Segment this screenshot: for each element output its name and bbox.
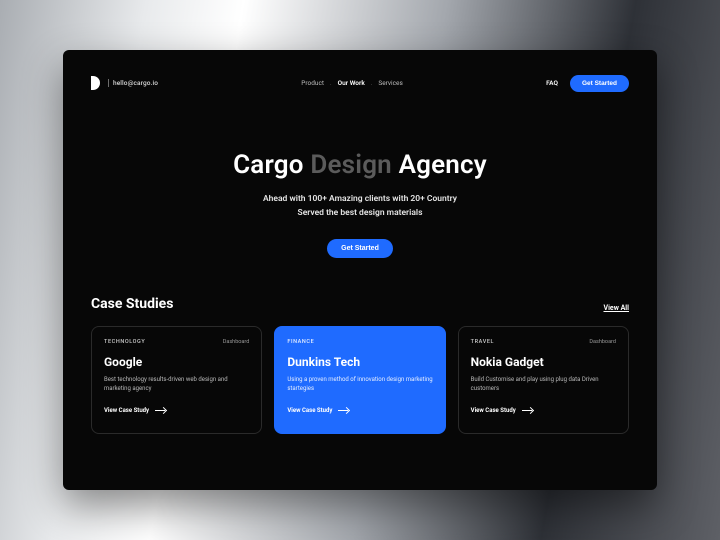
contact-email: hello@cargo.io [113,79,158,87]
divider-icon [108,79,109,87]
nav-our-work[interactable]: Our Work [338,79,365,87]
faq-link[interactable]: FAQ [546,79,558,87]
nav-product[interactable]: Product [301,79,324,87]
email-display: hello@cargo.io [108,79,158,87]
card-link-label: View Case Study [104,407,149,414]
case-study-card-featured[interactable]: FINANCE Dunkins Tech Using a proven meth… [274,326,445,434]
logo-icon [91,76,100,90]
card-top: FINANCE [287,339,432,345]
cards-row: TECHNOLOGY Dashboard Google Best technol… [91,326,629,434]
arrow-right-icon [338,410,348,411]
header-right: FAQ Get Started [546,75,629,92]
title-part-a: Cargo [233,150,310,180]
hero-section: Cargo Design Agency Ahead with 100+ Amaz… [91,150,629,258]
card-category: FINANCE [287,339,314,345]
hero-subtitle: Ahead with 100+ Amazing clients with 20+… [91,192,629,221]
main-nav: Product . Our Work . Services [301,79,403,87]
section-header: Case Studies View All [91,296,629,312]
card-description: Using a proven method of innovation desi… [287,375,432,393]
card-link-label: View Case Study [287,407,332,414]
card-category: TECHNOLOGY [104,339,145,345]
card-tag: Dashboard [223,339,250,345]
card-description: Best technology results-driven web desig… [104,375,249,393]
hero-sub-line-2: Served the best design materials [91,206,629,220]
card-title: Google [104,355,249,369]
hero-title: Cargo Design Agency [91,150,629,180]
view-all-link[interactable]: View All [604,304,630,312]
card-link-label: View Case Study [471,407,516,414]
dot-icon: . [330,80,332,87]
case-study-card[interactable]: TECHNOLOGY Dashboard Google Best technol… [91,326,262,434]
hero-sub-line-1: Ahead with 100+ Amazing clients with 20+… [91,192,629,206]
card-description: Build Customise and play using plug data… [471,375,616,393]
header: hello@cargo.io Product . Our Work . Serv… [91,70,629,96]
app-window: hello@cargo.io Product . Our Work . Serv… [63,50,657,490]
view-case-study-link[interactable]: View Case Study [471,407,616,414]
arrow-right-icon [522,410,532,411]
hero-get-started-button[interactable]: Get Started [327,239,393,258]
view-case-study-link[interactable]: View Case Study [104,407,249,414]
card-top: TRAVEL Dashboard [471,339,616,345]
section-title: Case Studies [91,296,173,312]
card-title: Dunkins Tech [287,355,432,369]
nav-services[interactable]: Services [378,79,403,87]
title-part-c: Agency [392,150,487,180]
card-top: TECHNOLOGY Dashboard [104,339,249,345]
dot-icon: . [371,80,373,87]
view-case-study-link[interactable]: View Case Study [287,407,432,414]
arrow-right-icon [155,410,165,411]
case-study-card[interactable]: TRAVEL Dashboard Nokia Gadget Build Cust… [458,326,629,434]
get-started-button[interactable]: Get Started [570,75,629,92]
header-left: hello@cargo.io [91,76,158,90]
title-part-b: Design [310,150,392,180]
card-category: TRAVEL [471,339,494,345]
card-title: Nokia Gadget [471,355,616,369]
card-tag: Dashboard [589,339,616,345]
